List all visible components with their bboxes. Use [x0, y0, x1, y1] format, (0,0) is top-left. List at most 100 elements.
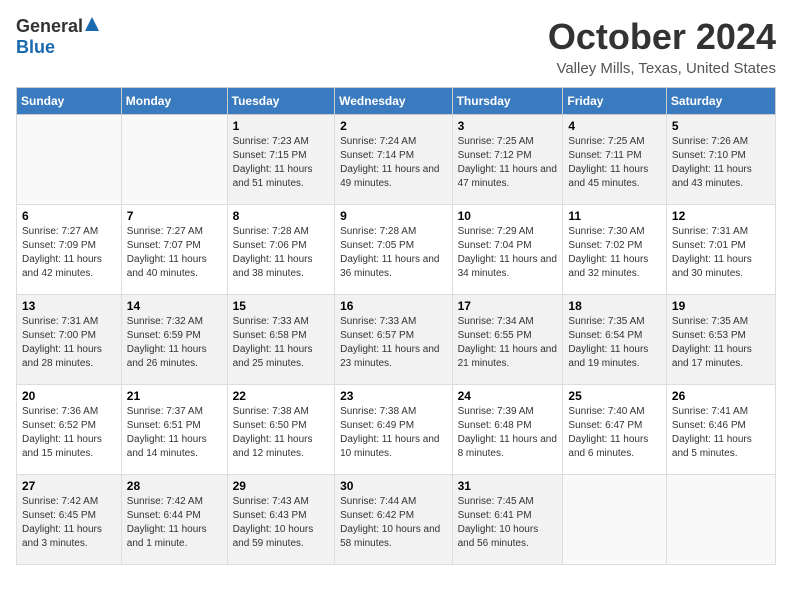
day-info: Sunrise: 7:24 AM Sunset: 7:14 PM Dayligh…: [340, 135, 446, 191]
day-info: Sunrise: 7:34 AM Sunset: 6:55 PM Dayligh…: [458, 315, 558, 371]
logo: General Blue: [16, 16, 99, 58]
day-number: 9: [340, 209, 446, 223]
day-info: Sunrise: 7:27 AM Sunset: 7:07 PM Dayligh…: [127, 225, 222, 281]
calendar-cell: 10 Sunrise: 7:29 AM Sunset: 7:04 PM Dayli…: [452, 205, 563, 295]
day-number: 23: [340, 389, 446, 403]
day-info: Sunrise: 7:38 AM Sunset: 6:50 PM Dayligh…: [233, 405, 330, 461]
calendar-subtitle: Valley Mills, Texas, United States: [548, 60, 776, 77]
day-number: 3: [458, 119, 558, 133]
day-number: 29: [233, 479, 330, 493]
day-of-week-header: Tuesday: [227, 88, 335, 115]
calendar-cell: 28Sunrise: 7:42 AM Sunset: 6:44 PM Dayli…: [121, 475, 227, 565]
day-number: 13: [22, 299, 116, 313]
day-number: 15: [233, 299, 330, 313]
day-info: Sunrise: 7:28 AM Sunset: 7:06 PM Dayligh…: [233, 225, 330, 281]
day-number: 20: [22, 389, 116, 403]
day-info: Sunrise: 7:25 AM Sunset: 7:12 PM Dayligh…: [458, 135, 558, 191]
day-number: 4: [568, 119, 660, 133]
calendar-body: 1 Sunrise: 7:23 AM Sunset: 7:15 PM Daylig…: [17, 115, 776, 565]
day-info: Sunrise: 7:38 AM Sunset: 6:49 PM Dayligh…: [340, 405, 446, 461]
calendar-cell: 9 Sunrise: 7:28 AM Sunset: 7:05 PM Daylig…: [335, 205, 452, 295]
day-number: 22: [233, 389, 330, 403]
day-number: 1: [233, 119, 330, 133]
calendar-cell: 31 Sunrise: 7:45 AM Sunset: 6:41 PM Dayli…: [452, 475, 563, 565]
calendar-title: October 2024: [548, 16, 776, 58]
calendar-cell: [563, 475, 666, 565]
day-info: Sunrise: 7:29 AM Sunset: 7:04 PM Dayligh…: [458, 225, 558, 281]
day-info: Sunrise: 7:28 AM Sunset: 7:05 PM Dayligh…: [340, 225, 446, 281]
day-info: Sunrise: 7:30 AM Sunset: 7:02 PM Dayligh…: [568, 225, 660, 281]
day-number: 17: [458, 299, 558, 313]
day-info: Sunrise: 7:23 AM Sunset: 7:15 PM Dayligh…: [233, 135, 330, 191]
day-of-week-header: Wednesday: [335, 88, 452, 115]
calendar-cell: 23 Sunrise: 7:38 AM Sunset: 6:49 PM Dayli…: [335, 385, 452, 475]
calendar-cell: 14 Sunrise: 7:32 AM Sunset: 6:59 PM Dayli…: [121, 295, 227, 385]
calendar-cell: 11 Sunrise: 7:30 AM Sunset: 7:02 PM Dayli…: [563, 205, 666, 295]
day-number: 5: [672, 119, 770, 133]
day-info: Sunrise: 7:31 AM Sunset: 7:01 PM Dayligh…: [672, 225, 770, 281]
day-number: 7: [127, 209, 222, 223]
day-number: 16: [340, 299, 446, 313]
day-number: 18: [568, 299, 660, 313]
calendar-cell: 26 Sunrise: 7:41 AM Sunset: 6:46 PM Dayli…: [666, 385, 775, 475]
day-number: 11: [568, 209, 660, 223]
day-info: Sunrise: 7:45 AM Sunset: 6:41 PM Dayligh…: [458, 495, 558, 551]
day-number: 14: [127, 299, 222, 313]
calendar-cell: [17, 115, 122, 205]
day-of-week-header: Thursday: [452, 88, 563, 115]
calendar-cell: 27Sunrise: 7:42 AM Sunset: 6:45 PM Dayli…: [17, 475, 122, 565]
logo-triangle-icon: [85, 17, 99, 31]
day-info: Sunrise: 7:41 AM Sunset: 6:46 PM Dayligh…: [672, 405, 770, 461]
logo-blue: Blue: [16, 37, 55, 57]
day-info: Sunrise: 7:36 AM Sunset: 6:52 PM Dayligh…: [22, 405, 116, 461]
calendar-cell: 12 Sunrise: 7:31 AM Sunset: 7:01 PM Dayli…: [666, 205, 775, 295]
day-info: Sunrise: 7:39 AM Sunset: 6:48 PM Dayligh…: [458, 405, 558, 461]
day-info: Sunrise: 7:31 AM Sunset: 7:00 PM Dayligh…: [22, 315, 116, 371]
calendar-cell: 3 Sunrise: 7:25 AM Sunset: 7:12 PM Daylig…: [452, 115, 563, 205]
calendar-table: SundayMondayTuesdayWednesdayThursdayFrid…: [16, 87, 776, 565]
day-number: 28: [127, 479, 222, 493]
calendar-cell: 17 Sunrise: 7:34 AM Sunset: 6:55 PM Dayli…: [452, 295, 563, 385]
day-info: Sunrise: 7:40 AM Sunset: 6:47 PM Dayligh…: [568, 405, 660, 461]
calendar-cell: 7 Sunrise: 7:27 AM Sunset: 7:07 PM Daylig…: [121, 205, 227, 295]
day-of-week-header: Monday: [121, 88, 227, 115]
day-info: Sunrise: 7:25 AM Sunset: 7:11 PM Dayligh…: [568, 135, 660, 191]
day-number: 21: [127, 389, 222, 403]
calendar-cell: 22 Sunrise: 7:38 AM Sunset: 6:50 PM Dayli…: [227, 385, 335, 475]
day-info: Sunrise: 7:37 AM Sunset: 6:51 PM Dayligh…: [127, 405, 222, 461]
title-area: October 2024 Valley Mills, Texas, United…: [548, 16, 776, 77]
day-number: 30: [340, 479, 446, 493]
calendar-cell: 20 Sunrise: 7:36 AM Sunset: 6:52 PM Dayli…: [17, 385, 122, 475]
day-number: 10: [458, 209, 558, 223]
calendar-cell: 30Sunrise: 7:44 AM Sunset: 6:42 PM Dayli…: [335, 475, 452, 565]
day-number: 26: [672, 389, 770, 403]
calendar-cell: 29 Sunrise: 7:43 AM Sunset: 6:43 PM Dayli…: [227, 475, 335, 565]
day-number: 6: [22, 209, 116, 223]
day-number: 25: [568, 389, 660, 403]
day-info: Sunrise: 7:42 AM Sunset: 6:45 PM Dayligh…: [22, 495, 116, 551]
calendar-header: SundayMondayTuesdayWednesdayThursdayFrid…: [17, 88, 776, 115]
calendar-cell: 4 Sunrise: 7:25 AM Sunset: 7:11 PM Daylig…: [563, 115, 666, 205]
day-info: Sunrise: 7:32 AM Sunset: 6:59 PM Dayligh…: [127, 315, 222, 371]
header: General Blue October 2024 Valley Mills, …: [16, 16, 776, 77]
calendar-cell: 6Sunrise: 7:27 AM Sunset: 7:09 PM Daylig…: [17, 205, 122, 295]
day-info: Sunrise: 7:35 AM Sunset: 6:54 PM Dayligh…: [568, 315, 660, 371]
day-number: 8: [233, 209, 330, 223]
day-number: 12: [672, 209, 770, 223]
calendar-cell: 2Sunrise: 7:24 AM Sunset: 7:14 PM Daylig…: [335, 115, 452, 205]
day-number: 24: [458, 389, 558, 403]
day-info: Sunrise: 7:26 AM Sunset: 7:10 PM Dayligh…: [672, 135, 770, 191]
calendar-cell: 25 Sunrise: 7:40 AM Sunset: 6:47 PM Dayli…: [563, 385, 666, 475]
calendar-cell: [666, 475, 775, 565]
calendar-cell: 13 Sunrise: 7:31 AM Sunset: 7:00 PM Dayli…: [17, 295, 122, 385]
day-of-week-header: Friday: [563, 88, 666, 115]
day-of-week-header: Sunday: [17, 88, 122, 115]
calendar-cell: 15Sunrise: 7:33 AM Sunset: 6:58 PM Dayli…: [227, 295, 335, 385]
calendar-cell: 21 Sunrise: 7:37 AM Sunset: 6:51 PM Dayli…: [121, 385, 227, 475]
day-info: Sunrise: 7:43 AM Sunset: 6:43 PM Dayligh…: [233, 495, 330, 551]
calendar-cell: 8 Sunrise: 7:28 AM Sunset: 7:06 PM Daylig…: [227, 205, 335, 295]
logo-general: General: [16, 16, 83, 37]
calendar-cell: 5 Sunrise: 7:26 AM Sunset: 7:10 PM Daylig…: [666, 115, 775, 205]
calendar-cell: 1 Sunrise: 7:23 AM Sunset: 7:15 PM Daylig…: [227, 115, 335, 205]
day-number: 31: [458, 479, 558, 493]
